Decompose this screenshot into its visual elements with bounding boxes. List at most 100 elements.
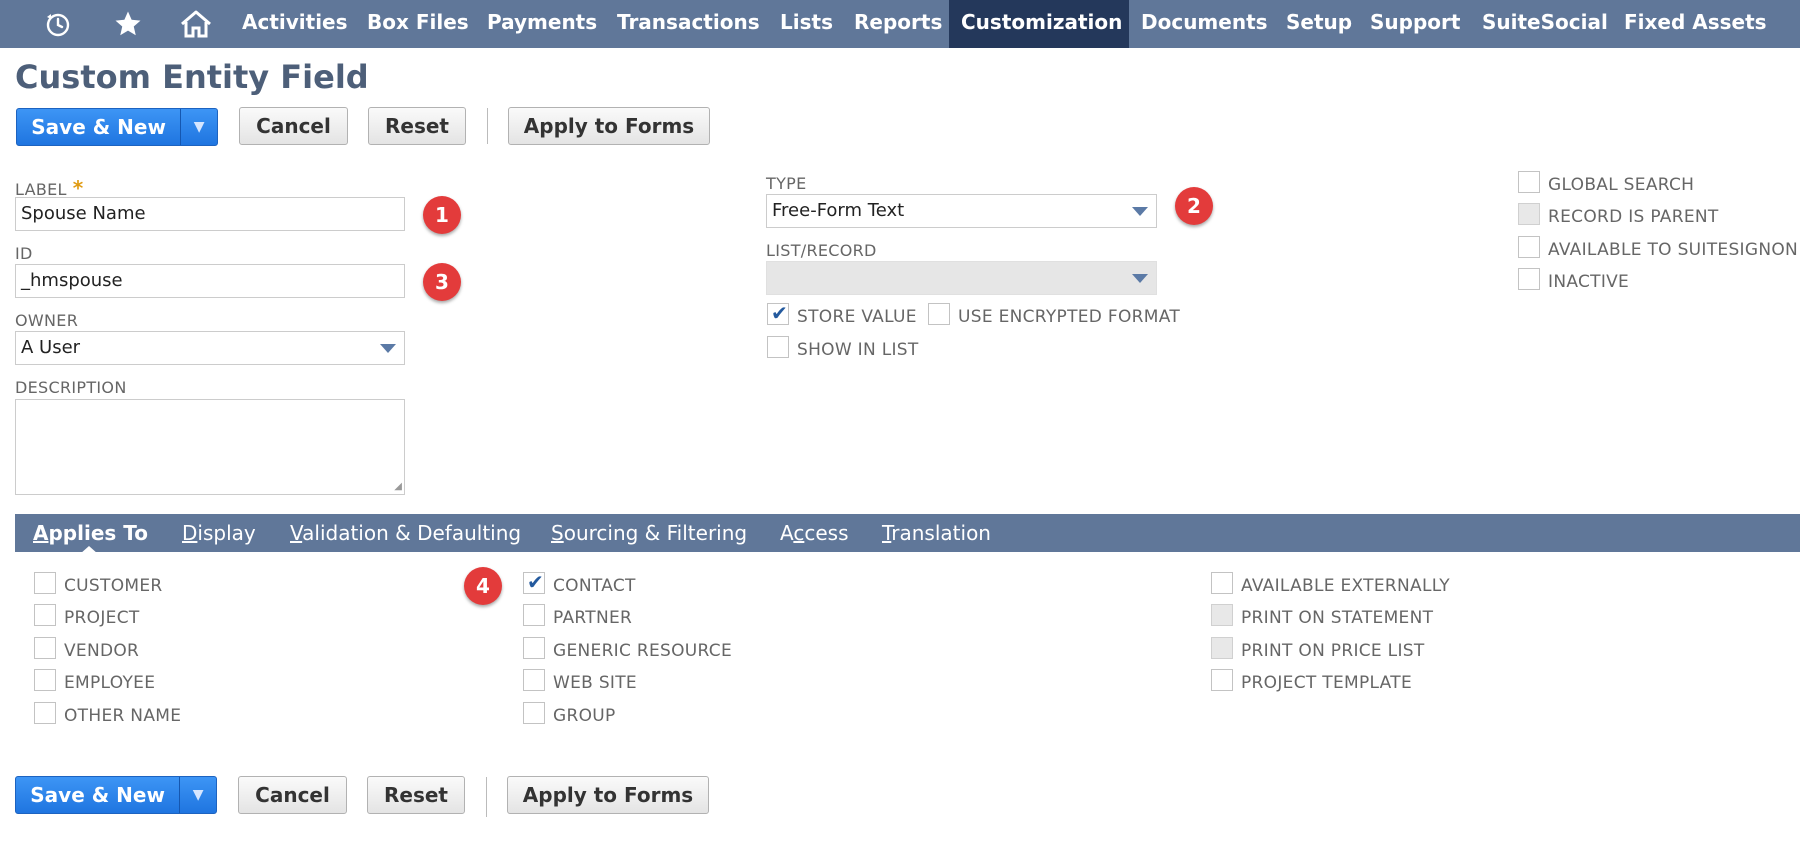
use-encrypted-format-checkbox[interactable]: USE ENCRYPTED FORMAT xyxy=(928,303,1181,327)
star-icon[interactable] xyxy=(98,0,158,48)
print-on-statement-box[interactable] xyxy=(1211,604,1233,626)
applies-contact-checkbox[interactable]: ✔ CONTACT xyxy=(523,570,636,596)
save-options-dropdown-bottom[interactable]: ▼ xyxy=(179,777,216,813)
applies-customer-checkbox[interactable]: CUSTOMER xyxy=(34,572,163,596)
nav-fixed-assets[interactable]: Fixed Assets xyxy=(1612,0,1779,48)
applies-generic-resource-box[interactable] xyxy=(523,637,545,659)
type-value: Free-Form Text xyxy=(772,200,905,221)
reset-button[interactable]: Reset xyxy=(368,107,466,145)
tab-sourcing-filtering[interactable]: Sourcing & Filtering xyxy=(551,514,747,552)
use-encrypted-format-label: USE ENCRYPTED FORMAT xyxy=(958,307,1181,327)
owner-select[interactable]: A User xyxy=(15,331,405,365)
global-search-checkbox[interactable]: GLOBAL SEARCH xyxy=(1518,171,1694,195)
print-on-price-list-box[interactable] xyxy=(1211,637,1233,659)
store-value-box[interactable]: ✔ xyxy=(767,301,789,325)
save-new-button-bottom[interactable]: Save & New ▼ xyxy=(15,776,217,814)
step-badge-3: 3 xyxy=(423,263,461,301)
tab-translation[interactable]: Translation xyxy=(882,514,991,552)
applies-contact-label: CONTACT xyxy=(553,576,636,596)
applies-partner-checkbox[interactable]: PARTNER xyxy=(523,604,632,628)
global-search-box[interactable] xyxy=(1518,171,1540,193)
applies-web-site-checkbox[interactable]: WEB SITE xyxy=(523,669,637,693)
resize-grip-icon[interactable]: ◢ xyxy=(394,481,402,492)
nav-support[interactable]: Support xyxy=(1358,0,1472,48)
applies-group-box[interactable] xyxy=(523,702,545,724)
label-input[interactable]: Spouse Name xyxy=(15,197,405,231)
inactive-checkbox[interactable]: INACTIVE xyxy=(1518,268,1629,292)
id-input[interactable]: _hmspouse xyxy=(15,264,405,298)
recent-icon[interactable] xyxy=(28,0,88,48)
page-title: Custom Entity Field xyxy=(15,58,369,96)
use-encrypted-format-box[interactable] xyxy=(928,303,950,325)
step-badge-1: 1 xyxy=(423,196,461,234)
tab-validation-text: alidation & Defaulting xyxy=(302,521,522,545)
project-template-box[interactable] xyxy=(1211,669,1233,691)
nav-suitesocial[interactable]: SuiteSocial xyxy=(1470,0,1620,48)
applies-project-box[interactable] xyxy=(34,604,56,626)
type-field-caption: TYPE xyxy=(766,174,807,193)
available-externally-box[interactable] xyxy=(1211,572,1233,594)
apply-to-forms-button[interactable]: Apply to Forms xyxy=(508,107,710,145)
record-is-parent-checkbox[interactable]: RECORD IS PARENT xyxy=(1518,203,1719,227)
store-value-checkbox[interactable]: ✔ STORE VALUE xyxy=(767,301,917,327)
type-select[interactable]: Free-Form Text xyxy=(766,194,1157,228)
inactive-box[interactable] xyxy=(1518,268,1540,290)
tab-access-text-start: A xyxy=(780,521,794,545)
applies-other-name-checkbox[interactable]: OTHER NAME xyxy=(34,702,181,726)
nav-box-files[interactable]: Box Files xyxy=(355,0,481,48)
applies-employee-box[interactable] xyxy=(34,669,56,691)
subtab-bar: Applies To Display Validation & Defaulti… xyxy=(15,514,1800,552)
applies-customer-box[interactable] xyxy=(34,572,56,594)
applies-web-site-box[interactable] xyxy=(523,669,545,691)
nav-transactions[interactable]: Transactions xyxy=(605,0,772,48)
show-in-list-checkbox[interactable]: SHOW IN LIST xyxy=(767,336,919,360)
home-icon[interactable] xyxy=(166,0,226,48)
applies-group-label: GROUP xyxy=(553,706,616,726)
record-is-parent-label: RECORD IS PARENT xyxy=(1548,207,1719,227)
nav-lists[interactable]: Lists xyxy=(768,0,845,48)
reset-button-bottom[interactable]: Reset xyxy=(367,776,465,814)
tab-display[interactable]: Display xyxy=(182,514,256,552)
nav-payments[interactable]: Payments xyxy=(475,0,609,48)
applies-vendor-box[interactable] xyxy=(34,637,56,659)
available-to-suitesignon-checkbox[interactable]: AVAILABLE TO SUITESIGNON xyxy=(1518,236,1798,260)
applies-vendor-checkbox[interactable]: VENDOR xyxy=(34,637,139,661)
applies-generic-resource-checkbox[interactable]: GENERIC RESOURCE xyxy=(523,637,733,661)
print-on-price-list-checkbox[interactable]: PRINT ON PRICE LIST xyxy=(1211,637,1425,661)
nav-reports[interactable]: Reports xyxy=(842,0,954,48)
print-on-statement-checkbox[interactable]: PRINT ON STATEMENT xyxy=(1211,604,1433,628)
description-field-caption: DESCRIPTION xyxy=(15,378,127,397)
applies-customer-label: CUSTOMER xyxy=(64,576,163,596)
cancel-button-bottom[interactable]: Cancel xyxy=(238,776,347,814)
applies-other-name-box[interactable] xyxy=(34,702,56,724)
applies-partner-box[interactable] xyxy=(523,604,545,626)
applies-generic-resource-label: GENERIC RESOURCE xyxy=(553,641,733,661)
nav-customization[interactable]: Customization xyxy=(949,0,1129,48)
tab-access-text-end: cess xyxy=(804,521,849,545)
description-textarea[interactable]: ◢ xyxy=(15,399,405,495)
save-options-dropdown[interactable]: ▼ xyxy=(180,109,217,145)
applies-project-label: PROJECT xyxy=(64,608,140,628)
record-is-parent-box[interactable] xyxy=(1518,203,1540,225)
list-record-select[interactable] xyxy=(766,261,1157,295)
nav-documents[interactable]: Documents xyxy=(1129,0,1280,48)
cancel-button[interactable]: Cancel xyxy=(239,107,348,145)
available-externally-checkbox[interactable]: AVAILABLE EXTERNALLY xyxy=(1211,572,1450,596)
tab-access[interactable]: Access xyxy=(780,514,848,552)
applies-group-checkbox[interactable]: GROUP xyxy=(523,702,616,726)
apply-to-forms-button-bottom[interactable]: Apply to Forms xyxy=(507,776,709,814)
save-new-label[interactable]: Save & New xyxy=(17,109,180,145)
applies-contact-box[interactable]: ✔ xyxy=(523,570,545,594)
project-template-checkbox[interactable]: PROJECT TEMPLATE xyxy=(1211,669,1412,693)
tab-validation-defaulting[interactable]: Validation & Defaulting xyxy=(290,514,521,552)
step-badge-2: 2 xyxy=(1175,187,1213,225)
nav-activities[interactable]: Activities xyxy=(230,0,360,48)
applies-employee-checkbox[interactable]: EMPLOYEE xyxy=(34,669,155,693)
available-to-suitesignon-box[interactable] xyxy=(1518,236,1540,258)
show-in-list-box[interactable] xyxy=(767,336,789,358)
chevron-down-icon xyxy=(1132,274,1148,283)
nav-setup[interactable]: Setup xyxy=(1274,0,1364,48)
save-new-label-bottom[interactable]: Save & New xyxy=(16,777,179,813)
save-new-button[interactable]: Save & New ▼ xyxy=(16,108,218,146)
applies-project-checkbox[interactable]: PROJECT xyxy=(34,604,140,628)
